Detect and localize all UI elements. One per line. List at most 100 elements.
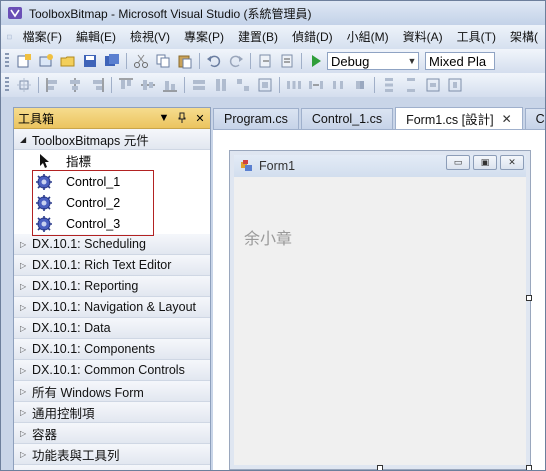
menu-build[interactable]: 建置(B) [231,25,285,49]
close-tab-icon[interactable]: ✕ [502,112,512,126]
configuration-dropdown[interactable]: Debug ▼ [327,52,419,70]
form1-window[interactable]: Form1 ▭ ▣ ✕ 余小章 [229,150,531,470]
save-button[interactable] [81,52,99,70]
increase-horizontal-spacing-button[interactable] [307,76,325,94]
toolbox-category-common-controls[interactable]: ▷ DX.10.1: Common Controls [14,360,210,381]
window-position-dropdown-icon[interactable]: ▼ [158,112,170,124]
toolbox-header: 工具箱 ▼ ✕ [14,108,210,129]
maximize-button[interactable]: ▣ [473,155,497,170]
close-button[interactable]: ✕ [500,155,524,170]
toolbar-grip[interactable] [5,53,9,69]
start-debugging-button[interactable] [307,52,325,70]
toolbar-separator [374,77,375,93]
center-vertically-icon [448,78,462,92]
toolbox-category-common-controls-zh[interactable]: ▷ 通用控制項 [14,402,210,423]
undo-button[interactable] [205,52,223,70]
menu-file[interactable]: 檔案(F) [16,25,69,49]
increase-vertical-spacing-button[interactable] [402,76,420,94]
resize-handle-bottom[interactable] [377,465,383,470]
align-middles-button[interactable] [139,76,157,94]
toolbox-category-navigation-layout[interactable]: ▷ DX.10.1: Navigation & Layout [14,297,210,318]
increase-spacing-icon [309,81,323,89]
close-icon[interactable]: ✕ [194,112,206,125]
vertical-spacing-button[interactable] [380,76,398,94]
platform-value: Mixed Pla [429,53,487,69]
toolbox-item-pointer[interactable]: 指標 [14,150,210,171]
tab-program-cs[interactable]: Program.cs [213,108,299,129]
align-tops-icon [119,78,133,89]
copy-button[interactable] [154,52,172,70]
tab-form1-design[interactable]: Form1.cs [設計] ✕ [395,107,523,129]
same-size-icon [237,79,249,91]
make-same-size-button[interactable] [234,76,252,94]
navigate-forward-button[interactable] [278,52,296,70]
align-middles-icon [141,80,155,90]
menu-view[interactable]: 檢視(V) [123,25,177,49]
toolbox-category-scheduling[interactable]: ▷ DX.10.1: Scheduling [14,234,210,255]
navigate-backward-icon [259,54,271,68]
align-centers-button[interactable] [66,76,84,94]
toolbox-category-toolboxbitmaps[interactable]: ◢ ToolboxBitmaps 元件 [14,129,210,150]
title-bar: ToolboxBitmap - Microsoft Visual Studio … [1,1,545,25]
align-rights-button[interactable] [88,76,106,94]
resize-handle-right[interactable] [526,295,532,301]
center-horizontally-button[interactable] [424,76,442,94]
redo-button[interactable] [227,52,245,70]
open-file-button[interactable] [59,52,77,70]
toolbox-category-all-windows-forms[interactable]: ▷ 所有 Windows Form [14,381,210,402]
decrease-horizontal-spacing-button[interactable] [329,76,347,94]
align-to-grid-button[interactable] [15,76,33,94]
menu-debug[interactable]: 偵錯(D) [285,25,340,49]
pin-icon[interactable] [176,112,188,124]
toolbar-separator [111,77,112,93]
toolbox-category-containers[interactable]: ▷ 容器 [14,423,210,444]
cut-button[interactable] [132,52,150,70]
toolbox-category-components[interactable]: ▷ DX.10.1: Components [14,339,210,360]
open-folder-icon [60,56,75,67]
layout-toolbar [1,73,545,97]
visual-studio-icon [8,7,22,19]
make-same-width-button[interactable] [190,76,208,94]
form-designer-surface[interactable]: Form1 ▭ ▣ ✕ 余小章 [213,129,545,470]
menu-team[interactable]: 小組(M) [340,25,396,49]
save-all-icon [105,54,119,66]
remove-horizontal-spacing-button[interactable] [351,76,369,94]
collapse-arrow-icon: ◢ [20,134,27,144]
toolbox-title: 工具箱 [18,111,55,126]
toolbox-item-label: 指標 [66,155,92,169]
tab-overflow[interactable]: Co [524,108,545,129]
navigate-backward-button[interactable] [256,52,274,70]
minimize-button[interactable]: ▭ [446,155,470,170]
form1-client-area[interactable]: 余小章 [234,177,526,465]
same-height-icon [216,79,226,91]
toolbox-category-reporting[interactable]: ▷ DX.10.1: Reporting [14,276,210,297]
category-label: 功能表與工具列 [32,448,120,463]
size-to-grid-button[interactable] [256,76,274,94]
center-vertically-button[interactable] [446,76,464,94]
menu-data[interactable]: 資料(A) [396,25,450,49]
form-label-text[interactable]: 余小章 [244,225,292,249]
align-lefts-button[interactable] [44,76,62,94]
tab-control-1-cs[interactable]: Control_1.cs [300,108,394,129]
form-icon [241,160,252,171]
align-bottoms-button[interactable] [161,76,179,94]
resize-handle-corner[interactable] [526,465,532,470]
toolbox-category-menus-toolbars[interactable]: ▷ 功能表與工具列 [14,444,210,465]
align-tops-button[interactable] [117,76,135,94]
make-same-height-button[interactable] [212,76,230,94]
horizontal-spacing-button[interactable] [285,76,303,94]
toolbox-category-rich-text-editor[interactable]: ▷ DX.10.1: Rich Text Editor [14,255,210,276]
add-item-button[interactable] [37,52,55,70]
toolbox-category-data-zh[interactable]: ▷資料 [14,465,210,470]
platform-dropdown[interactable]: Mixed Pla [425,52,495,70]
toolbox-category-data[interactable]: ▷ DX.10.1: Data [14,318,210,339]
menu-tools[interactable]: 工具(T) [450,25,503,49]
new-project-button[interactable] [15,52,33,70]
menu-project[interactable]: 專案(P) [177,25,231,49]
menu-edit[interactable]: 編輯(E) [69,25,123,49]
save-all-button[interactable] [103,52,121,70]
toolbar-separator [250,53,251,69]
menu-architecture[interactable]: 架構( [503,25,545,49]
toolbar-grip[interactable] [5,77,9,93]
paste-button[interactable] [176,52,194,70]
